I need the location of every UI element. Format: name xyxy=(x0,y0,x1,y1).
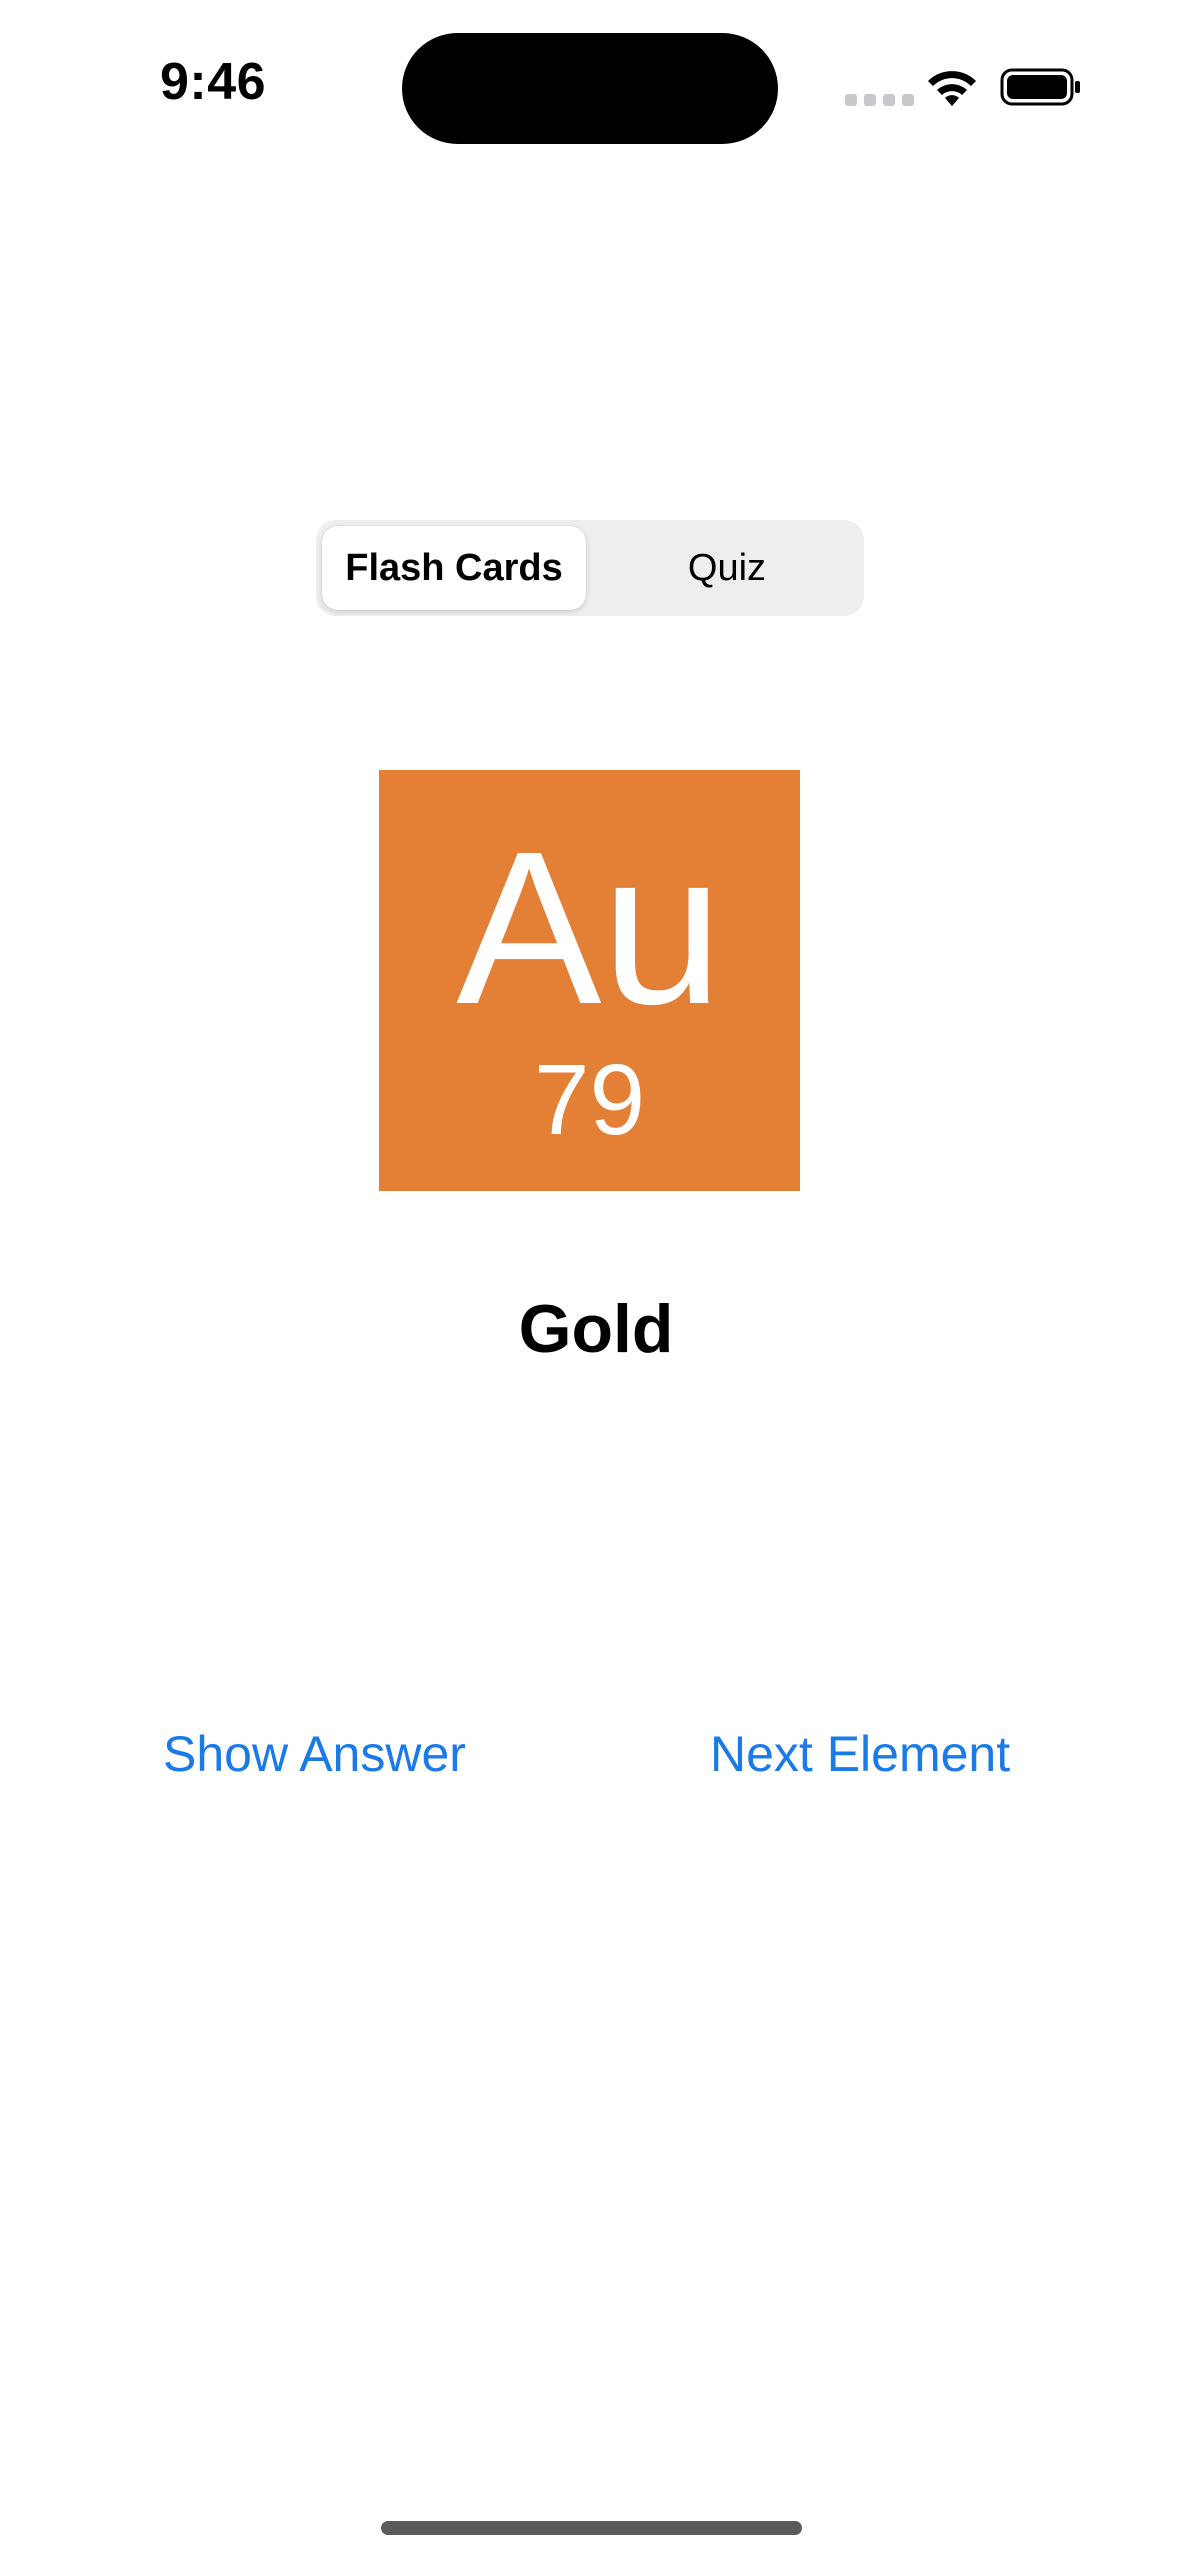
battery-icon xyxy=(1000,68,1080,106)
segment-quiz[interactable]: Quiz xyxy=(596,526,858,610)
home-indicator[interactable] xyxy=(381,2521,802,2535)
element-name: Gold xyxy=(518,1291,674,1367)
segment-flash-cards[interactable]: Flash Cards xyxy=(322,526,586,610)
screen: 9:46 Flash Cards Quiz Au 79 Gold Show An… xyxy=(0,0,1179,2556)
wifi-icon xyxy=(928,71,976,106)
status-time: 9:46 xyxy=(160,53,267,111)
dynamic-island xyxy=(402,33,778,144)
element-symbol: Au xyxy=(456,807,723,1050)
element-tile: Au 79 xyxy=(379,770,800,1191)
mode-segmented-control: Flash Cards Quiz xyxy=(316,520,864,616)
cellular-signal-icon xyxy=(845,94,914,106)
next-element-button[interactable]: Next Element xyxy=(710,1725,1010,1783)
atomic-number: 79 xyxy=(533,1044,646,1156)
show-answer-button[interactable]: Show Answer xyxy=(163,1725,466,1783)
